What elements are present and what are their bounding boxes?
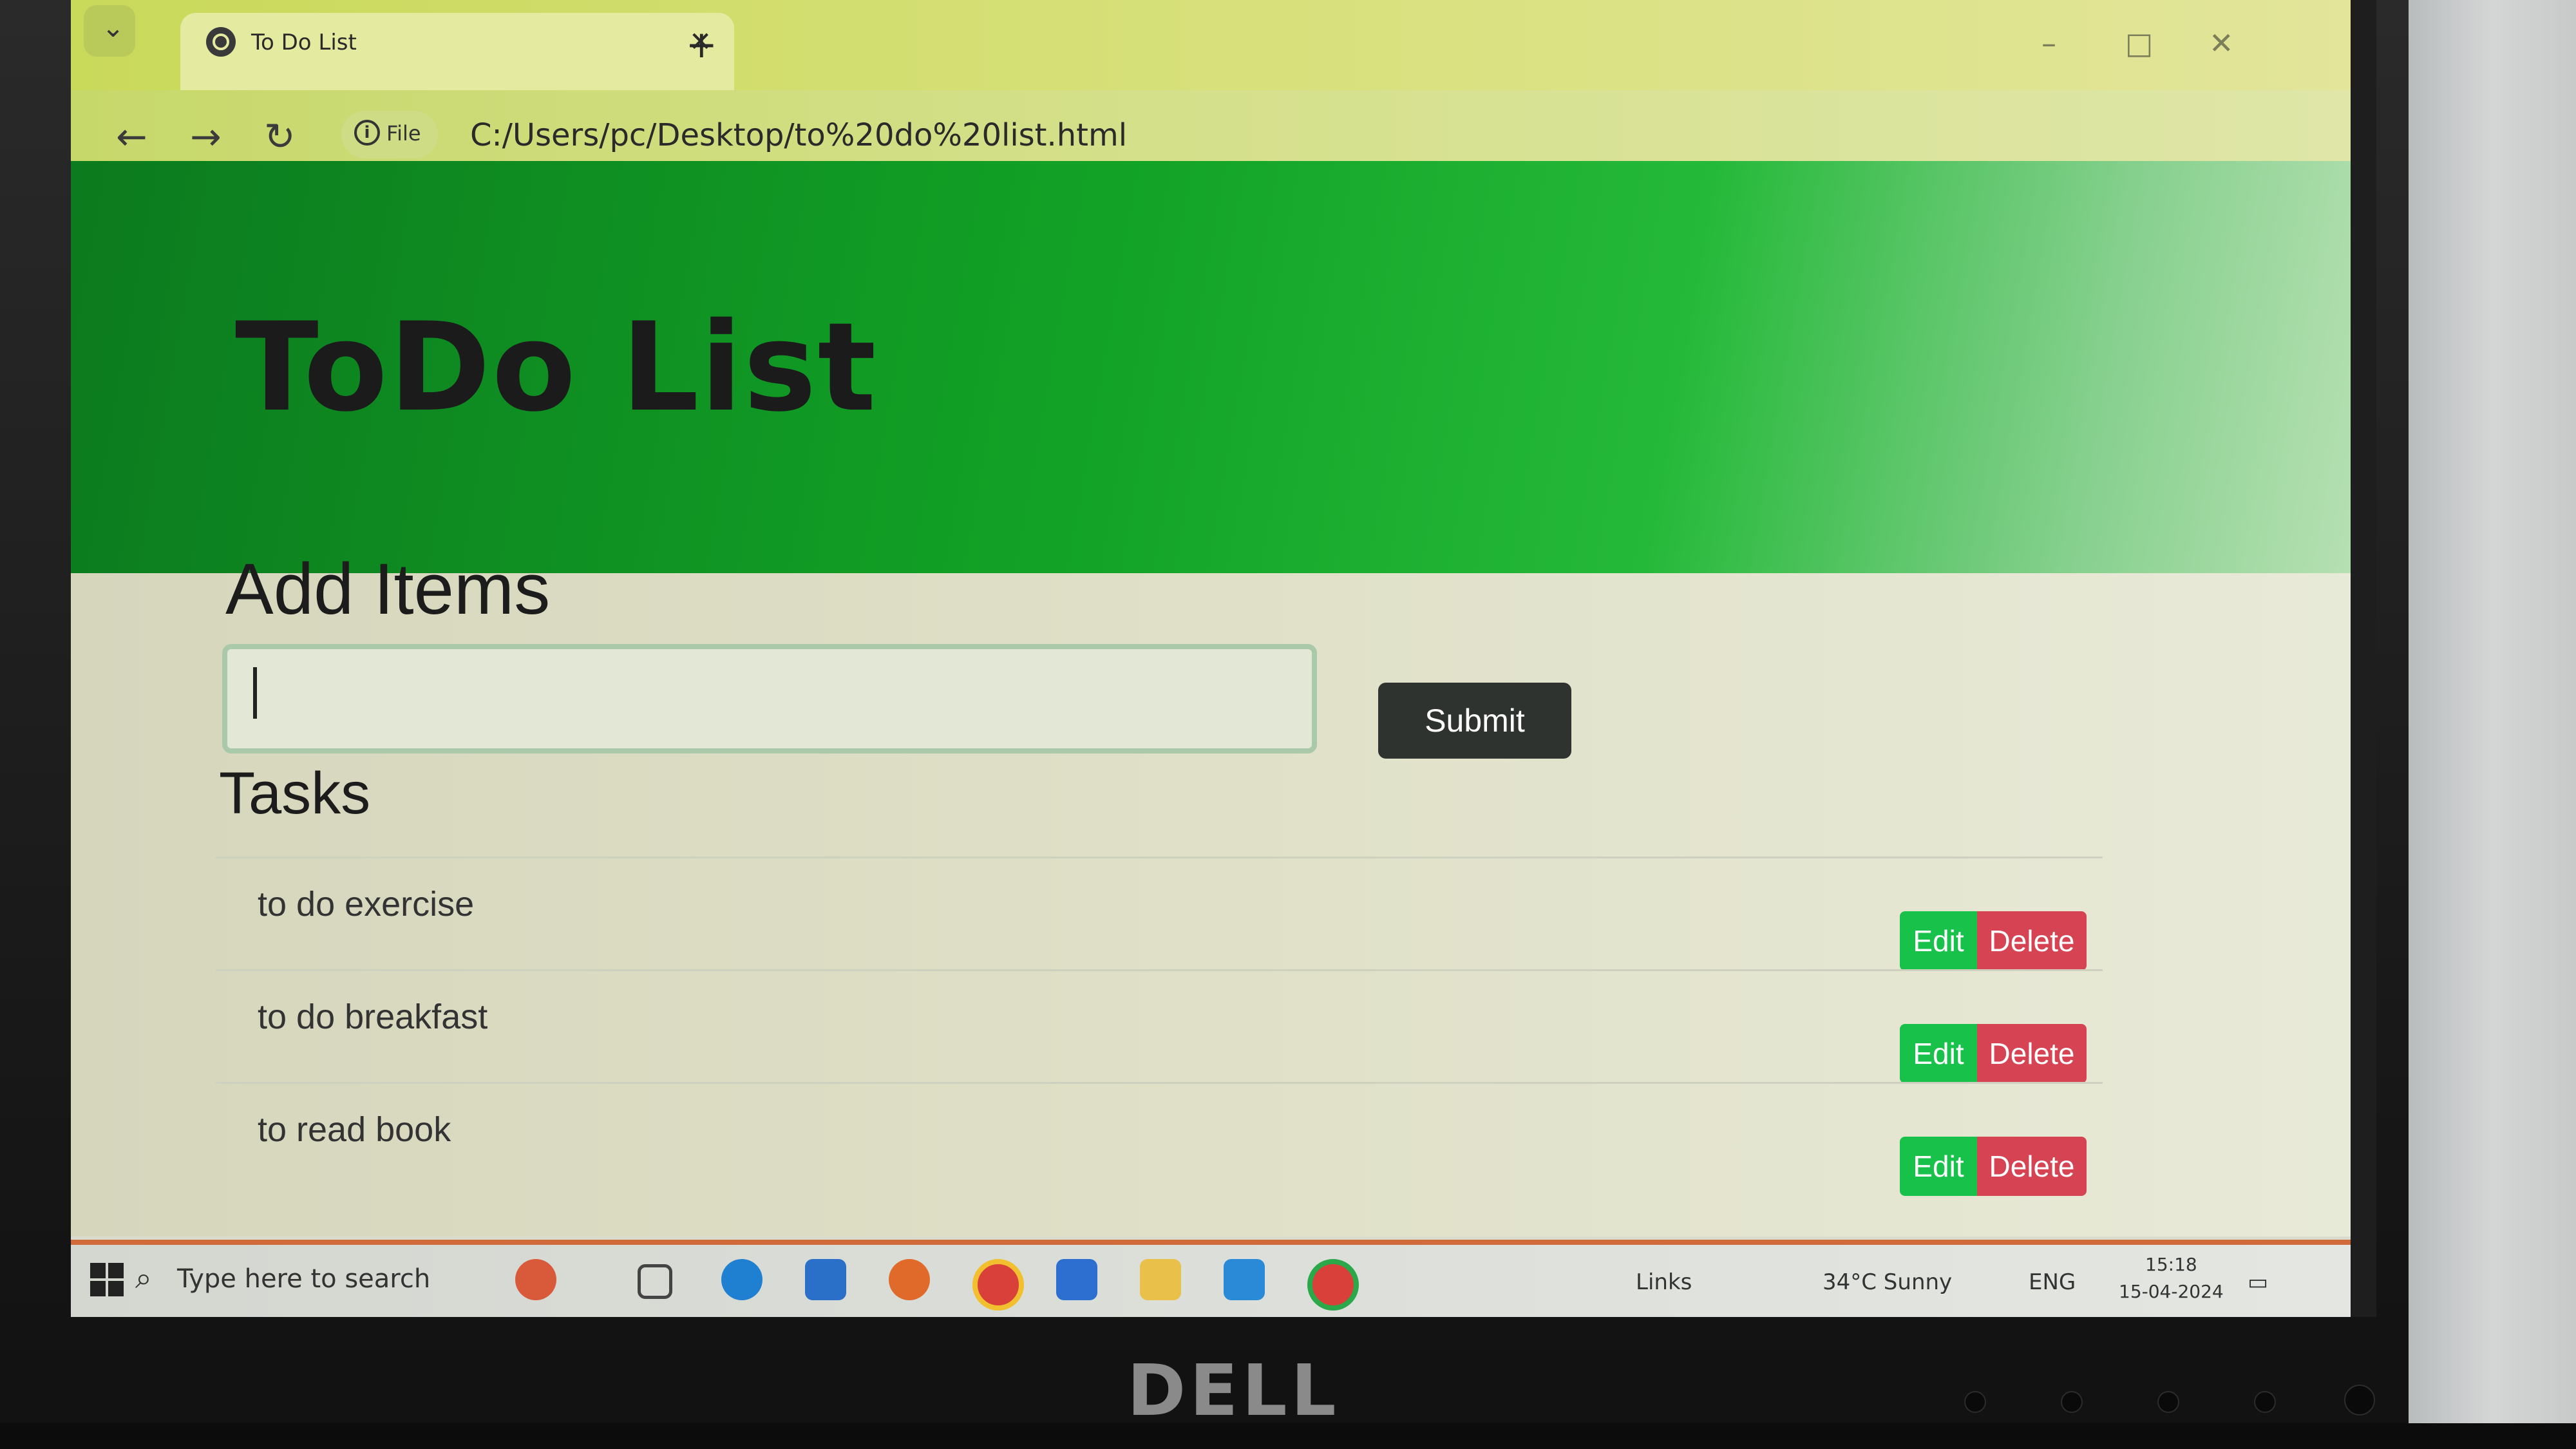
page-header: ToDo List: [71, 161, 2351, 573]
add-item-input[interactable]: [222, 644, 1317, 753]
file-explorer-icon[interactable]: [1140, 1259, 1181, 1300]
clock-date: 15-04-2024: [2119, 1281, 2224, 1302]
links-toolbar[interactable]: Links: [1636, 1269, 1692, 1295]
firefox-icon[interactable]: [889, 1259, 930, 1300]
tab-title: To Do List: [251, 30, 357, 55]
globe-icon: [206, 27, 236, 57]
store-icon[interactable]: [1056, 1259, 1097, 1300]
reload-icon[interactable]: ↻: [264, 115, 296, 158]
screen: ⌄ To Do List ✕ + – □ ✕ ← → ↻ i File C:/U…: [71, 0, 2376, 1317]
minimize-icon[interactable]: –: [2041, 26, 2056, 61]
delete-button[interactable]: Delete: [1977, 1024, 2087, 1083]
edge-icon[interactable]: [721, 1259, 762, 1300]
monitor-button[interactable]: [2254, 1391, 2276, 1413]
add-items-heading: Add Items: [225, 549, 551, 629]
vscode-icon[interactable]: [1224, 1259, 1265, 1300]
windows-start-icon[interactable]: [90, 1263, 124, 1296]
close-window-icon[interactable]: ✕: [2209, 26, 2234, 61]
clock-time: 15:18: [2145, 1254, 2197, 1275]
notification-icon[interactable]: ▭: [2248, 1269, 2268, 1295]
task-text: to do exercise: [258, 885, 475, 923]
news-widget-icon[interactable]: [515, 1259, 556, 1300]
monitor-button[interactable]: [2157, 1391, 2179, 1413]
new-tab-button[interactable]: +: [686, 26, 717, 63]
chevron-down-icon: ⌄: [102, 12, 125, 43]
monitor-button[interactable]: [2061, 1391, 2083, 1413]
text-caret: [253, 667, 257, 719]
back-icon[interactable]: ←: [116, 115, 147, 158]
edit-button[interactable]: Edit: [1900, 1137, 1977, 1196]
maximize-icon[interactable]: □: [2125, 26, 2153, 61]
power-button[interactable]: [2344, 1385, 2375, 1416]
monitor-brand-logo: DELL: [1127, 1349, 1340, 1432]
edit-button[interactable]: Edit: [1900, 1024, 1977, 1083]
site-info-label: File: [386, 121, 421, 146]
mail-icon[interactable]: [805, 1259, 846, 1300]
tab-bar: ⌄ To Do List ✕ + – □ ✕: [71, 0, 2351, 90]
clock[interactable]: 15:18 15-04-2024: [2119, 1251, 2224, 1305]
site-info-button[interactable]: i File: [341, 111, 438, 158]
forward-icon[interactable]: →: [190, 115, 222, 158]
tasks-heading: Tasks: [219, 761, 371, 826]
taskbar-search-input[interactable]: Type here to search: [177, 1264, 430, 1294]
monitor-button[interactable]: [1964, 1391, 1986, 1413]
search-icon[interactable]: ⌕: [135, 1260, 152, 1296]
chrome-icon-2[interactable]: [1307, 1259, 1359, 1311]
page-content: Add Items Submit Tasks to do exercise Ed…: [71, 549, 2351, 1236]
task-text: to do breakfast: [258, 998, 488, 1036]
delete-button[interactable]: Delete: [1977, 1137, 2087, 1196]
submit-button[interactable]: Submit: [1378, 683, 1571, 759]
task-row: to do breakfast Edit Delete: [216, 969, 2103, 1084]
page-title: ToDo List: [235, 296, 878, 439]
task-text: to read book: [258, 1110, 451, 1149]
task-row: to do exercise Edit Delete: [216, 857, 2103, 971]
task-view-icon[interactable]: [638, 1264, 672, 1299]
edit-button[interactable]: Edit: [1900, 911, 1977, 971]
background-wall: [2409, 0, 2576, 1449]
weather-widget[interactable]: 34°C Sunny: [1823, 1269, 1952, 1295]
delete-button[interactable]: Delete: [1977, 911, 2087, 971]
tab-todo[interactable]: To Do List ✕: [180, 13, 734, 90]
task-row: to read book Edit Delete: [216, 1082, 2103, 1197]
language-indicator[interactable]: ENG: [2029, 1269, 2076, 1295]
chrome-icon[interactable]: [972, 1259, 1024, 1311]
url-text[interactable]: C:/Users/pc/Desktop/to%20do%20list.html: [470, 117, 1127, 153]
info-icon: i: [354, 120, 380, 146]
windows-taskbar: ⌕ Type here to search Links 34°C Sunny E…: [71, 1240, 2351, 1317]
tab-search-button[interactable]: ⌄: [84, 5, 135, 57]
